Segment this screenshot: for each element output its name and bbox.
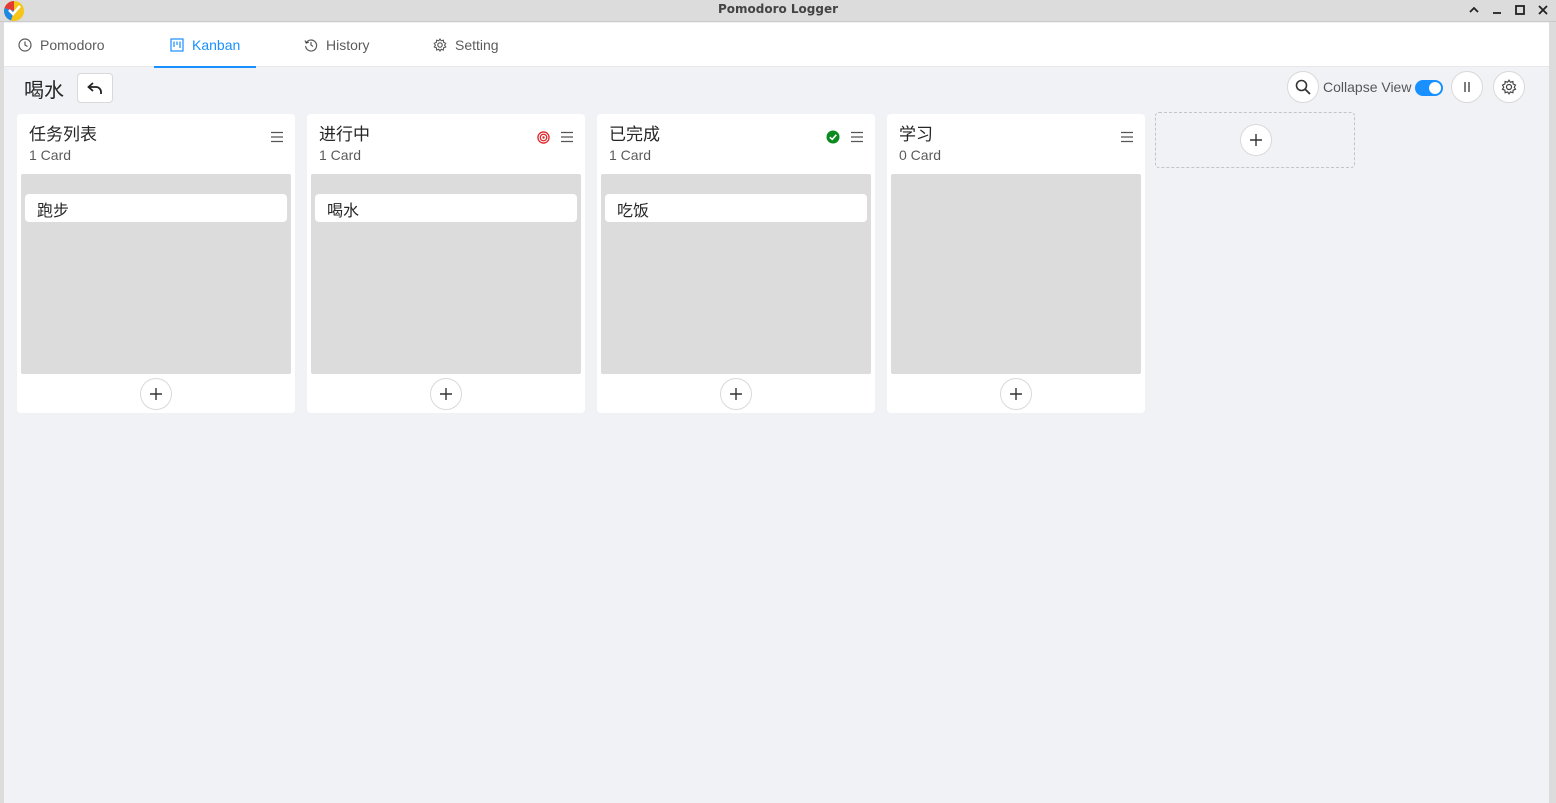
column-card-list: 吃饭 — [601, 174, 871, 374]
undo-arrow-icon — [87, 82, 102, 94]
maximize-icon — [1515, 5, 1525, 15]
plus-icon — [150, 388, 162, 400]
add-column-button[interactable] — [1240, 124, 1272, 156]
window-title: Pomodoro Logger — [717, 2, 839, 16]
close-icon — [1538, 5, 1548, 15]
menu-icon[interactable] — [270, 131, 284, 143]
pause-button[interactable] — [1451, 71, 1483, 103]
kanban-card[interactable]: 吃饭 — [605, 194, 867, 222]
column-card-count: 1 Card — [319, 147, 362, 163]
main-menu: Pomodoro Kanban History Setting — [4, 23, 1549, 68]
pause-icon — [1464, 82, 1470, 92]
menu-icon[interactable] — [850, 131, 864, 143]
gear-icon — [433, 38, 447, 52]
column-card-count: 0 Card — [899, 147, 942, 163]
tab-kanban[interactable]: Kanban — [154, 23, 256, 68]
window-close-button[interactable] — [1536, 2, 1550, 18]
search-icon — [1295, 79, 1311, 95]
kanban-column: 学习 0 Card — [887, 114, 1145, 413]
kanban-column: 任务列表 1 Card 跑步 — [17, 114, 295, 413]
minimize-icon — [1493, 12, 1501, 14]
window-titlebar: Pomodoro Logger — [0, 0, 1556, 22]
toggle-knob — [1429, 82, 1441, 94]
tab-label: Pomodoro — [40, 37, 105, 53]
target-icon — [537, 131, 550, 144]
chevron-up-icon — [1469, 6, 1479, 13]
add-card-button[interactable] — [720, 378, 752, 410]
column-title: 任务列表 — [29, 125, 97, 145]
plus-icon — [1250, 134, 1262, 146]
column-title: 进行中 — [319, 125, 370, 145]
plus-icon — [730, 388, 742, 400]
column-card-list: 跑步 — [21, 174, 291, 374]
kanban-card[interactable]: 喝水 — [315, 194, 577, 222]
window-minimize-button[interactable] — [1490, 2, 1504, 18]
add-card-button[interactable] — [430, 378, 462, 410]
tab-label: History — [326, 37, 370, 53]
collapse-view-label: Collapse View — [1323, 79, 1412, 95]
column-title: 已完成 — [609, 125, 660, 145]
add-card-button[interactable] — [140, 378, 172, 410]
add-card-button[interactable] — [1000, 378, 1032, 410]
history-icon — [304, 38, 318, 52]
kanban-column: 进行中 1 Card 喝水 — [307, 114, 585, 413]
tab-history[interactable]: History — [304, 23, 394, 67]
search-button[interactable] — [1287, 71, 1319, 103]
window-frame-left — [0, 22, 4, 803]
tab-setting[interactable]: Setting — [433, 23, 523, 67]
kanban-card[interactable]: 跑步 — [25, 194, 287, 222]
board-icon — [170, 38, 184, 52]
board-settings-button[interactable] — [1493, 71, 1525, 103]
add-column-area — [1155, 112, 1355, 168]
clock-icon — [18, 38, 32, 52]
column-card-count: 1 Card — [29, 147, 72, 163]
tab-pomodoro[interactable]: Pomodoro — [18, 23, 118, 67]
collapse-view-toggle[interactable] — [1415, 80, 1443, 96]
kanban-column: 已完成 1 Card 吃饭 — [597, 114, 875, 413]
gear-icon — [1501, 79, 1517, 95]
column-card-count: 1 Card — [609, 147, 652, 163]
column-title: 学习 — [899, 125, 933, 145]
check-circle-icon — [826, 130, 840, 144]
window-maximize-button[interactable] — [1513, 2, 1527, 18]
board-title: 喝水 — [24, 78, 64, 102]
window-frame-right — [1549, 22, 1556, 803]
plus-icon — [1010, 388, 1022, 400]
plus-icon — [440, 388, 452, 400]
column-card-list — [891, 174, 1141, 374]
column-card-list: 喝水 — [311, 174, 581, 374]
window-shade-button[interactable] — [1467, 2, 1481, 18]
tab-label: Setting — [455, 37, 499, 53]
back-button[interactable] — [77, 73, 113, 103]
tab-label: Kanban — [192, 37, 241, 53]
menu-icon[interactable] — [560, 131, 574, 143]
menu-icon[interactable] — [1120, 131, 1134, 143]
